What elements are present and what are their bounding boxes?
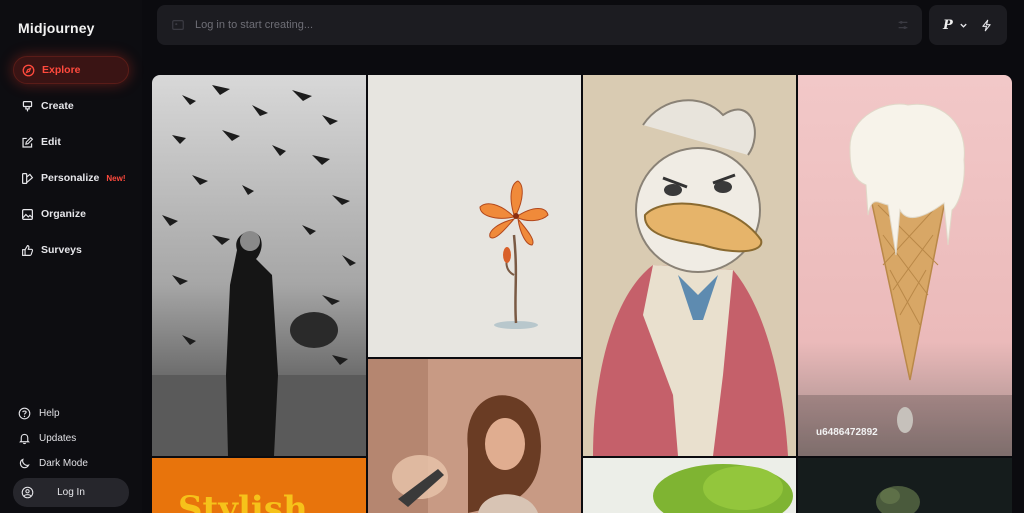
sidebar-item-explore[interactable]: Explore (13, 56, 129, 84)
sidebar-item-personalize[interactable]: Personalize New! (13, 164, 129, 192)
palette-icon (22, 172, 34, 184)
lightning-icon[interactable] (980, 19, 993, 32)
edit-icon (22, 136, 34, 148)
poster-text: Stylish (178, 489, 308, 513)
help-label: Help (39, 408, 60, 419)
sidebar-item-organize[interactable]: Organize (13, 200, 129, 228)
help-link[interactable]: Help (18, 401, 130, 426)
sidebar-item-edit[interactable]: Edit (13, 128, 129, 156)
app-logo[interactable]: Midjourney (18, 20, 95, 36)
sidebar-item-label: Organize (41, 208, 86, 220)
moon-icon (19, 458, 30, 469)
secondary-nav: Help Updates Dark Mode (18, 401, 130, 476)
thumbs-up-icon (22, 244, 34, 256)
login-button[interactable]: Log In (13, 478, 129, 507)
gallery-tile-poster[interactable]: Stylish (152, 458, 366, 513)
gallery-tile-tree[interactable] (583, 458, 796, 513)
gallery-tile-bush[interactable] (798, 458, 1012, 513)
compass-icon (22, 64, 35, 76)
portrait-image (368, 359, 581, 513)
gallery-tile-duck[interactable] (583, 75, 796, 456)
sidebar-item-label: Edit (41, 136, 61, 148)
new-badge: New! (106, 173, 126, 183)
sidebar-item-label: Personalize (41, 172, 100, 184)
main-nav: Explore Create Edit Personalize New! Org… (13, 56, 129, 272)
updates-link[interactable]: Updates (18, 426, 130, 451)
gallery-tile-portrait[interactable] (368, 359, 581, 513)
prompt-bar[interactable]: Log in to start creating... (157, 5, 922, 45)
bell-icon (19, 433, 30, 445)
creator-caption[interactable]: u6486472892 (816, 427, 878, 438)
explore-gallery: u6486472892 Stylish (152, 75, 1012, 513)
image-add-icon[interactable] (171, 18, 185, 32)
prompt-input[interactable]: Log in to start creating... (195, 19, 896, 31)
duck-image (583, 75, 796, 456)
icecream-image (798, 75, 1012, 456)
sidebar-item-label: Explore (42, 64, 81, 76)
gallery-tile-lily[interactable] (368, 75, 581, 357)
sidebar-item-label: Surveys (41, 244, 82, 256)
dark-mode-toggle[interactable]: Dark Mode (18, 451, 130, 476)
help-icon (18, 407, 31, 420)
sidebar-item-create[interactable]: Create (13, 92, 129, 120)
sidebar-item-surveys[interactable]: Surveys (13, 236, 129, 264)
sidebar-item-label: Create (41, 100, 74, 112)
dark-mode-label: Dark Mode (39, 458, 88, 469)
gallery-tile-icecream[interactable]: u6486472892 (798, 75, 1012, 456)
brush-icon (22, 100, 33, 111)
chevron-down-icon[interactable] (959, 21, 968, 30)
image-icon (22, 208, 33, 220)
sidebar: Midjourney Explore Create Edit Personali… (0, 0, 142, 513)
pigeons-image (152, 75, 366, 456)
settings-sliders-icon[interactable] (896, 18, 910, 32)
updates-label: Updates (39, 433, 77, 444)
tree-image (583, 458, 796, 513)
user-icon (21, 486, 34, 499)
lily-image (368, 75, 581, 357)
bush-image (798, 458, 1012, 513)
profile-selector[interactable]: P (943, 18, 953, 33)
gallery-tile-pigeons[interactable] (152, 75, 366, 456)
mode-controls: P (929, 5, 1007, 45)
